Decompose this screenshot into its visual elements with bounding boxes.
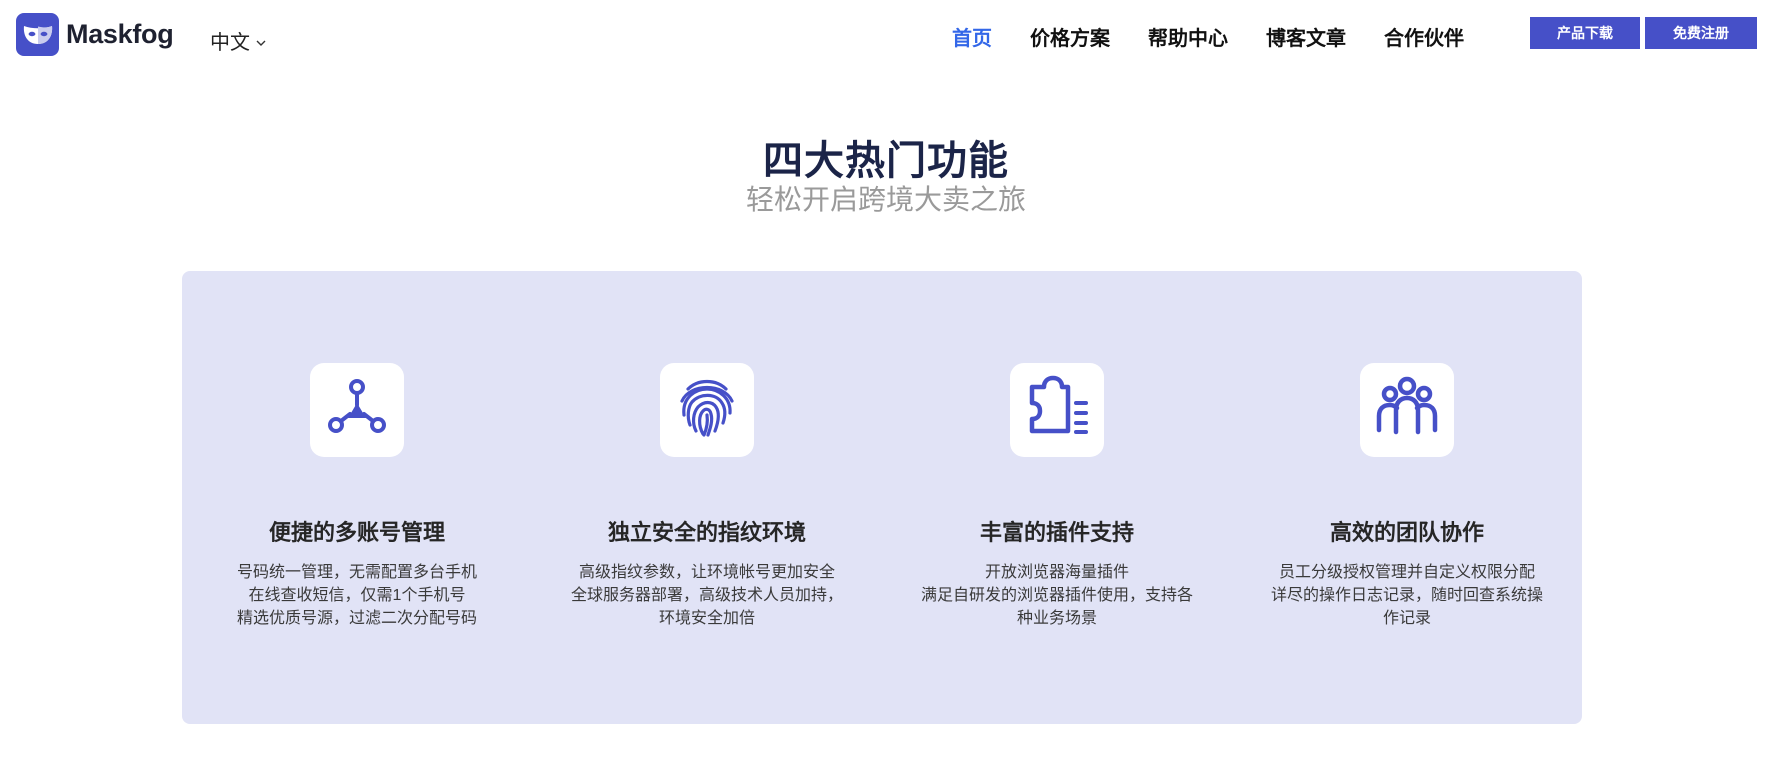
nav-item-help[interactable]: 帮助中心: [1148, 22, 1228, 51]
main-nav: 首页 价格方案 帮助中心 博客文章 合作伙伴: [952, 22, 1502, 51]
feature-icon-box: [1010, 363, 1104, 457]
site-header: Maskfog 中文 首页 价格方案 帮助中心 博客文章 合作伙伴 产品下载 免…: [0, 0, 1772, 72]
feature-icon-box: [310, 363, 404, 457]
feature-title: 独立安全的指纹环境: [607, 520, 806, 545]
team-icon: [1371, 372, 1443, 449]
feature-card: 便捷的多账号管理 号码统一管理，无需配置多台手机 在线查收短信，仅需1个手机号 …: [182, 271, 532, 724]
feature-description-line: 高级指纹参数，让环境帐号更加安全: [578, 564, 835, 581]
feature-icon-box: [660, 363, 754, 457]
section-subtitle: 轻松开启跨境大卖之旅: [745, 184, 1026, 215]
feature-card: 高效的团队协作 员工分级授权管理并自定义权限分配 详尽的操作日志记录，随时回查系…: [1232, 271, 1582, 724]
feature-description-line: 种业务场景: [1016, 610, 1097, 627]
nav-item-blog[interactable]: 博客文章: [1266, 22, 1346, 51]
feature-description-line: 详尽的操作日志记录，随时回查系统操: [1270, 587, 1543, 604]
feature-description: 开放浏览器海量插件 满足自研发的浏览器插件使用，支持各 种业务场景: [892, 561, 1222, 630]
feature-card: 丰富的插件支持 开放浏览器海量插件 满足自研发的浏览器插件使用，支持各 种业务场…: [882, 271, 1232, 724]
feature-description-line: 作记录: [1382, 610, 1431, 627]
brand-logo[interactable]: Maskfog: [16, 13, 174, 56]
features-panel: 便捷的多账号管理 号码统一管理，无需配置多台手机 在线查收短信，仅需1个手机号 …: [182, 271, 1582, 724]
mask-logo-icon: [16, 13, 59, 56]
feature-icon-box: [1360, 363, 1454, 457]
feature-description: 号码统一管理，无需配置多台手机 在线查收短信，仅需1个手机号 精选优质号源，过滤…: [192, 561, 522, 630]
feature-description: 员工分级授权管理并自定义权限分配 详尽的操作日志记录，随时回查系统操 作记录: [1242, 561, 1572, 630]
feature-description-line: 在线查收短信，仅需1个手机号: [248, 587, 466, 604]
feature-description-line: 环境安全加倍: [658, 610, 755, 627]
language-selector[interactable]: 中文: [210, 26, 266, 55]
network-nodes-icon: [322, 373, 392, 448]
feature-description-line: 号码统一管理，无需配置多台手机: [236, 564, 477, 581]
brand-name: Maskfog: [66, 19, 174, 49]
feature-title: 丰富的插件支持: [979, 520, 1134, 545]
feature-title: 便捷的多账号管理: [268, 520, 445, 545]
feature-title: 高效的团队协作: [1329, 520, 1484, 545]
feature-description-line: 员工分级授权管理并自定义权限分配: [1278, 564, 1535, 581]
language-label: 中文: [210, 32, 250, 54]
feature-description-line: 开放浏览器海量插件: [984, 564, 1129, 581]
feature-description: 高级指纹参数，让环境帐号更加安全 全球服务器部署，高级技术人员加持， 环境安全加…: [542, 561, 872, 630]
download-button[interactable]: 产品下载: [1530, 17, 1640, 49]
puzzle-plugin-icon: [1022, 373, 1092, 448]
register-button[interactable]: 免费注册: [1645, 17, 1757, 49]
feature-description-line: 满足自研发的浏览器插件使用，支持各: [920, 587, 1193, 604]
nav-item-pricing[interactable]: 价格方案: [1030, 22, 1110, 51]
feature-description-line: 全球服务器部署，高级技术人员加持，: [570, 587, 843, 604]
feature-description-line: 精选优质号源，过滤二次分配号码: [236, 610, 477, 627]
nav-item-partners[interactable]: 合作伙伴: [1384, 22, 1464, 51]
fingerprint-icon: [674, 375, 740, 446]
feature-card: 独立安全的指纹环境 高级指纹参数，让环境帐号更加安全 全球服务器部署，高级技术人…: [532, 271, 882, 724]
nav-item-home[interactable]: 首页: [952, 22, 992, 51]
chevron-down-icon: [256, 30, 266, 53]
